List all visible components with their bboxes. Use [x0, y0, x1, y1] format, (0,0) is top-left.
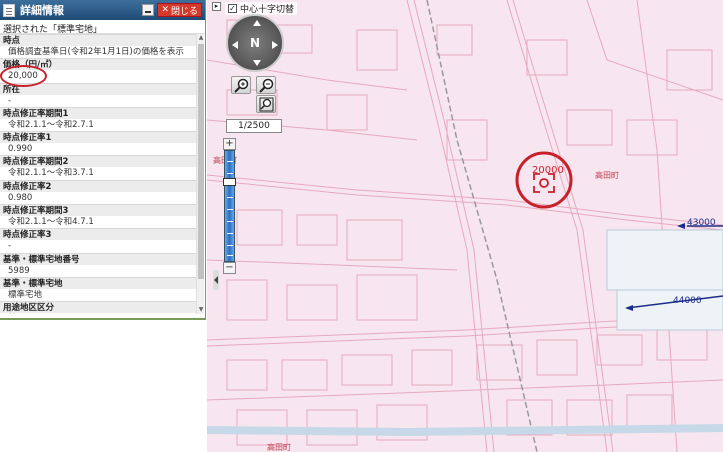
- row-value: -: [8, 95, 12, 106]
- zoom-tick: [227, 255, 233, 256]
- panel-subtitle: 選択された「標準宅地」: [0, 20, 205, 35]
- map-view[interactable]: 20000 43000 44000 高田町 高田町 高田町: [207, 0, 723, 452]
- row-label: 時点修正率1: [0, 131, 196, 144]
- price-marker[interactable]: 43000: [687, 218, 716, 228]
- row-label: 時点修正率3: [0, 228, 196, 241]
- pan-compass[interactable]: N: [226, 14, 284, 72]
- layer-toggle-button[interactable]: ▸: [212, 2, 221, 11]
- row-value: 令和2.1.1～令和4.7.1: [8, 217, 94, 228]
- document-icon: [3, 3, 15, 17]
- row-value: -: [8, 241, 12, 252]
- place-label: 高田町: [267, 443, 291, 452]
- zoom-tick: [227, 209, 233, 210]
- price-value: 20,000: [8, 71, 38, 82]
- magnifier-plus-icon: [234, 78, 249, 93]
- zoom-tick: [227, 221, 233, 222]
- magnifier-area-icon: [259, 97, 274, 112]
- panel-empty-area: [0, 318, 206, 452]
- scroll-down-icon[interactable]: ▼: [197, 306, 205, 314]
- crosshair-toggle[interactable]: ✓ 中心十字切替: [225, 2, 298, 15]
- map-canvas: [207, 0, 723, 452]
- close-button[interactable]: ✕ 閉じる: [157, 3, 202, 17]
- row-label: 時点: [0, 34, 196, 46]
- zoom-tick: [227, 173, 233, 174]
- zoom-slider[interactable]: [223, 150, 236, 262]
- row-value: 令和2.1.1～令和2.7.1: [8, 119, 94, 130]
- row-label: 用途地区区分: [0, 301, 196, 314]
- pan-down-icon[interactable]: [253, 60, 261, 66]
- zoom-in-button[interactable]: [231, 76, 251, 94]
- zoom-area-button[interactable]: [256, 95, 276, 113]
- row-value: 0.990: [8, 144, 33, 155]
- row-value: 令和2.1.1～令和3.7.1: [8, 168, 94, 179]
- zoom-slider-plus-button[interactable]: +: [223, 138, 236, 150]
- detail-panel: 詳細情報 ✕ 閉じる 選択された「標準宅地」 時点 価格調査基準日(令和2年1月1…: [0, 0, 206, 452]
- place-label: 高田町: [595, 171, 619, 180]
- close-icon: ✕: [161, 5, 169, 15]
- scroll-thumb[interactable]: [198, 44, 204, 279]
- close-label: 閉じる: [170, 6, 198, 17]
- price-marker[interactable]: 44000: [673, 296, 702, 306]
- scroll-up-icon[interactable]: ▲: [197, 34, 205, 42]
- north-label: N: [249, 36, 261, 50]
- magnifier-minus-icon: [259, 78, 274, 93]
- zoom-slider-minus-button[interactable]: −: [223, 262, 236, 274]
- row-value: 5989: [8, 265, 30, 276]
- zoom-tick: [227, 245, 233, 246]
- zoom-out-button[interactable]: [256, 76, 276, 94]
- detail-list: 時点 価格調査基準日(令和2年1月1日)の価格を表示 価格（円/㎡） 20,00…: [0, 34, 196, 314]
- zoom-tick: [227, 233, 233, 234]
- zoom-slider-thumb[interactable]: [223, 178, 236, 186]
- panel-title: 詳細情報: [20, 4, 64, 17]
- zoom-tick: [227, 197, 233, 198]
- row-label: 基準・標準宅地番号: [0, 252, 196, 265]
- row-label: 時点修正率2: [0, 179, 196, 192]
- row-label: 所在: [0, 82, 196, 95]
- row-label: 基準・標準宅地: [0, 276, 196, 289]
- minimize-button[interactable]: [142, 4, 155, 16]
- pan-up-icon[interactable]: [253, 20, 261, 26]
- row-label: 時点修正率期間1: [0, 106, 196, 119]
- row-label: 価格（円/㎡）: [0, 58, 196, 71]
- row-value: 標準宅地: [8, 289, 43, 300]
- panel-scrollbar[interactable]: ▲ ▼: [196, 34, 204, 314]
- selected-price-marker[interactable]: 20000: [532, 165, 564, 176]
- panel-header: 詳細情報 ✕ 閉じる: [0, 0, 205, 20]
- row-value: 0.980: [8, 192, 33, 203]
- row-label: 時点修正率期間3: [0, 204, 196, 217]
- row-value: 価格調査基準日(令和2年1月1日)の価格を表示: [8, 47, 184, 57]
- panel-collapse-handle[interactable]: [213, 270, 219, 290]
- crosshair-label: 中心十字切替: [240, 5, 295, 15]
- crosshair-checkbox[interactable]: ✓: [228, 4, 237, 13]
- scale-display: 1/2500: [226, 119, 282, 133]
- zoom-tick: [227, 161, 233, 162]
- row-label: 時点修正率期間2: [0, 155, 196, 168]
